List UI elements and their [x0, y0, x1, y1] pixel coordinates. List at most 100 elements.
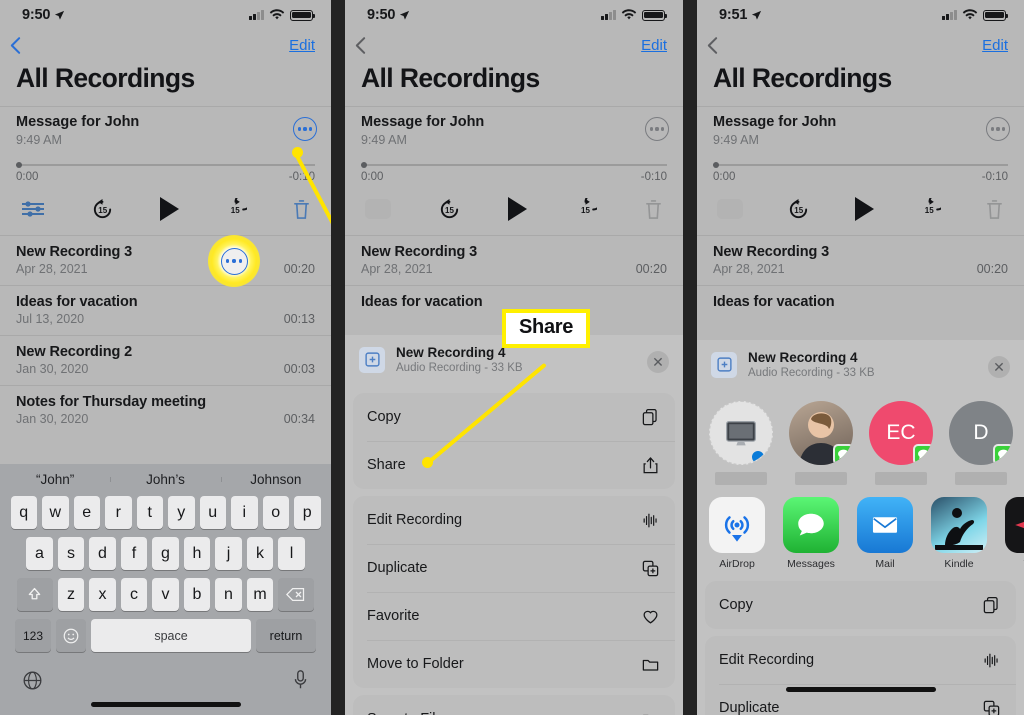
emoji-icon[interactable] [56, 619, 86, 652]
key-g[interactable]: g [152, 537, 179, 570]
edit-button[interactable]: Edit [289, 37, 315, 54]
menu-item-copy[interactable]: Copy [353, 393, 675, 441]
menu-item-edit-recording[interactable]: Edit Recording [353, 496, 675, 544]
list-item[interactable]: Ideas for vacation [697, 286, 1024, 319]
key-e[interactable]: e [73, 496, 100, 529]
list-item[interactable]: Notes for Thursday meeting Jan 30, 2020 … [0, 386, 331, 435]
more-ellipsis-icon[interactable] [293, 117, 317, 141]
edit-button[interactable]: Edit [641, 37, 667, 54]
now-playing-row[interactable]: Message for John 9:49 AM [697, 107, 1024, 147]
return-key[interactable]: return [256, 619, 316, 652]
share-app-voice-memo[interactable]: V M [1005, 497, 1024, 570]
play-icon[interactable] [854, 197, 874, 221]
share-app-airdrop[interactable]: AirDrop [709, 497, 765, 570]
scrubber[interactable] [713, 162, 1008, 168]
key-m[interactable]: m [246, 578, 274, 611]
trash-icon[interactable] [985, 198, 1004, 221]
share-target-airdrop-device[interactable] [709, 401, 773, 485]
close-icon[interactable]: ✕ [647, 351, 669, 373]
rewind-15-button[interactable]: 15 [438, 198, 461, 221]
list-item[interactable]: New Recording 3 Apr 28, 2021 00:20 [0, 236, 331, 285]
scrubber-knob[interactable] [713, 162, 719, 168]
back-chevron-icon[interactable] [10, 36, 21, 55]
back-chevron-icon[interactable] [355, 36, 366, 55]
key-w[interactable]: w [42, 496, 69, 529]
key-j[interactable]: j [215, 537, 242, 570]
more-ellipsis-icon[interactable] [986, 117, 1010, 141]
key-s[interactable]: s [57, 537, 85, 570]
share-target-contact-photo[interactable] [789, 401, 853, 485]
key-h[interactable]: h [183, 537, 211, 570]
key-i[interactable]: i [231, 496, 258, 529]
key-k[interactable]: k [246, 537, 274, 570]
edit-button[interactable]: Edit [982, 37, 1008, 54]
rewind-15-button[interactable]: 15 [787, 198, 810, 221]
list-item[interactable]: New Recording 3 Apr 28, 2021 00:20 [697, 236, 1024, 285]
key-x[interactable]: x [89, 578, 116, 611]
key-v[interactable]: v [152, 578, 179, 611]
share-target-contact-d[interactable]: D [949, 401, 1013, 485]
forward-15-button[interactable]: 15 [918, 192, 946, 221]
key-u[interactable]: u [199, 496, 226, 529]
list-item[interactable]: New Recording 2 Jan 30, 2020 00:03 [0, 336, 331, 385]
more-ellipsis-icon[interactable] [220, 247, 248, 275]
home-indicator[interactable] [90, 702, 241, 707]
playback-settings-icon[interactable] [365, 199, 391, 219]
shift-icon[interactable] [16, 578, 53, 611]
highlight-ring-more-ellipsis-icon[interactable] [208, 235, 260, 287]
microphone-icon[interactable] [292, 669, 309, 691]
back-chevron-icon[interactable] [707, 36, 718, 55]
menu-item-edit-recording[interactable]: Edit Recording [705, 636, 1016, 684]
menu-item-favorite[interactable]: Favorite [353, 592, 675, 640]
share-app-messages[interactable]: Messages [783, 497, 839, 570]
more-ellipsis-icon[interactable] [645, 117, 669, 141]
numbers-key[interactable]: 123 [15, 619, 51, 652]
close-icon[interactable]: ✕ [988, 356, 1010, 378]
key-t[interactable]: t [136, 496, 163, 529]
forward-15-button[interactable]: 15 [224, 192, 252, 221]
playback-settings-icon[interactable] [20, 199, 46, 219]
playback-settings-icon[interactable] [717, 199, 743, 219]
list-item[interactable]: New Recording 3 Apr 28, 2021 00:20 [345, 236, 683, 285]
key-p[interactable]: p [294, 496, 321, 529]
suggestion-0[interactable]: “John” [0, 472, 110, 487]
key-q[interactable]: q [10, 496, 37, 529]
share-app-kindle[interactable]: Kindle [931, 497, 987, 570]
menu-item-save-to-files[interactable]: Save to Files [353, 695, 675, 715]
key-o[interactable]: o [262, 496, 289, 529]
trash-icon[interactable] [292, 198, 311, 221]
share-app-mail[interactable]: Mail [857, 497, 913, 570]
menu-item-copy[interactable]: Copy [705, 581, 1016, 629]
scrubber[interactable] [16, 162, 315, 168]
key-n[interactable]: n [215, 578, 242, 611]
space-key[interactable]: space [91, 619, 251, 652]
menu-item-duplicate[interactable]: Duplicate [353, 544, 675, 592]
globe-icon[interactable] [22, 670, 43, 691]
forward-15-button[interactable]: 15 [574, 192, 602, 221]
share-target-contact-ec[interactable]: EC [869, 401, 933, 485]
key-z[interactable]: z [57, 578, 85, 611]
rewind-15-button[interactable]: 15 [91, 198, 114, 221]
menu-item-share[interactable]: Share [353, 441, 675, 489]
home-indicator[interactable] [785, 687, 936, 692]
menu-item-move-to-folder[interactable]: Move to Folder [353, 640, 675, 688]
key-d[interactable]: d [89, 537, 116, 570]
now-playing-row[interactable]: Message for John 9:49 AM [0, 107, 331, 147]
key-b[interactable]: b [183, 578, 211, 611]
suggestion-2[interactable]: Johnson [220, 472, 331, 487]
key-y[interactable]: y [168, 496, 195, 529]
trash-icon[interactable] [644, 198, 663, 221]
play-icon[interactable] [159, 197, 179, 221]
scrubber[interactable] [361, 162, 667, 168]
key-r[interactable]: r [105, 496, 132, 529]
list-item[interactable]: Ideas for vacation Jul 13, 2020 00:13 [0, 286, 331, 335]
key-a[interactable]: a [26, 537, 53, 570]
key-l[interactable]: l [278, 537, 305, 570]
scrubber-knob[interactable] [361, 162, 367, 168]
backspace-icon[interactable] [278, 578, 315, 611]
suggestion-1[interactable]: John’s [110, 472, 220, 487]
play-icon[interactable] [508, 197, 527, 221]
key-f[interactable]: f [120, 537, 148, 570]
now-playing-row[interactable]: Message for John 9:49 AM [345, 107, 683, 147]
key-c[interactable]: c [120, 578, 148, 611]
